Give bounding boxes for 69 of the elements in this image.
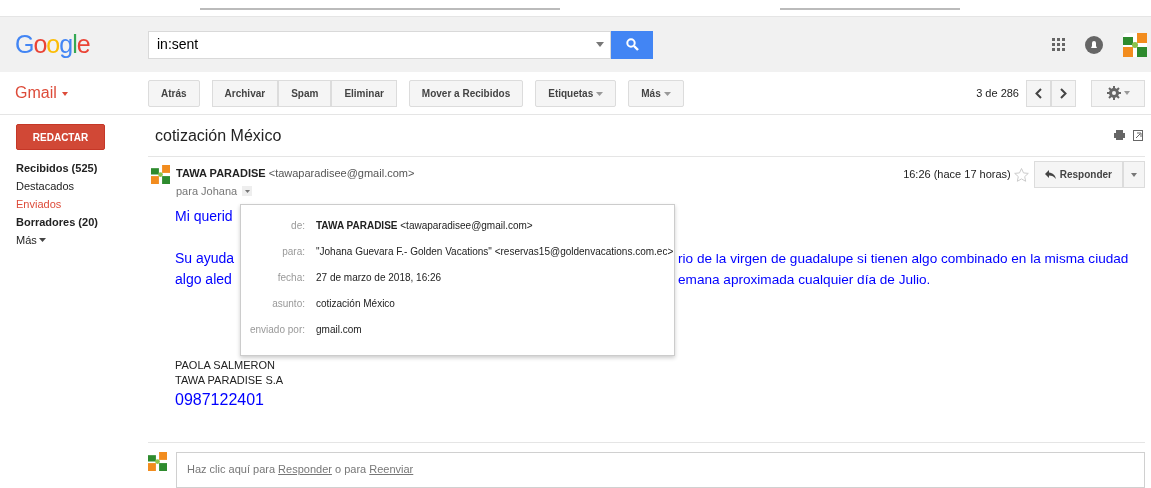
folder-link[interactable]: Recibidos (525) bbox=[16, 159, 148, 177]
detail-label: de: bbox=[290, 219, 305, 233]
dropdown-button[interactable]: Más bbox=[628, 79, 684, 107]
chevron-right-icon bbox=[1060, 88, 1067, 100]
toolbar-button[interactable]: Mover a Recibidos bbox=[408, 79, 524, 107]
reply-box[interactable]: Haz clic aquí para Responder o para Reenviar bbox=[176, 451, 1145, 488]
signature-line: TAWA PARADISE S.A bbox=[175, 372, 285, 388]
next-button[interactable] bbox=[1051, 79, 1076, 107]
detail-value: "Johana Guevara F.- Golden Vacations" <reservas15@goldenvacations.com.ec> bbox=[316, 245, 674, 259]
detail-label: asunto: bbox=[271, 297, 305, 311]
body-text: Su ayuda bbox=[175, 248, 236, 268]
detail-value: 27 de marzo de 2018, 16:26 bbox=[316, 271, 442, 285]
toolbar-button[interactable]: Atrás bbox=[148, 79, 200, 107]
search-icon bbox=[625, 38, 639, 51]
new-window-icon[interactable] bbox=[1133, 130, 1143, 141]
page-counter: 3 de 286 bbox=[976, 85, 1019, 101]
folder-link[interactable]: Enviados bbox=[16, 195, 148, 213]
previous-button[interactable] bbox=[1026, 79, 1051, 107]
recipient-summary: para Johana bbox=[176, 184, 238, 199]
body-text: emana aproximada cualquier día de Julio. bbox=[678, 270, 931, 289]
reply-prompt-text: o para bbox=[334, 462, 368, 478]
phone-number: 0987122401 bbox=[175, 389, 265, 410]
detail-label: fecha: bbox=[276, 271, 305, 285]
forward-link[interactable]: Reenviar bbox=[369, 461, 414, 478]
email-subject: cotización México bbox=[155, 125, 282, 146]
star-icon[interactable] bbox=[1013, 167, 1029, 182]
detail-label: para: bbox=[281, 245, 305, 259]
reply-link[interactable]: Responder bbox=[278, 461, 332, 478]
sender-email: <tawaparadisee@gmail.com> bbox=[268, 167, 415, 179]
reply-prompt: Haz clic aquí para bbox=[187, 462, 277, 478]
chevron-left-icon bbox=[1035, 88, 1042, 100]
notification-icon[interactable] bbox=[1085, 35, 1103, 54]
caret-icon bbox=[61, 91, 68, 96]
settings-button[interactable] bbox=[1091, 79, 1145, 107]
account-avatar-icon[interactable] bbox=[1123, 32, 1147, 57]
details-toggle[interactable] bbox=[242, 186, 253, 197]
reply-button[interactable]: Responder bbox=[1033, 161, 1123, 188]
caret-icon bbox=[1131, 173, 1137, 178]
folder-link[interactable]: Destacados bbox=[16, 177, 148, 195]
detail-value: cotización México bbox=[316, 297, 395, 311]
apps-grid-icon[interactable] bbox=[1052, 38, 1065, 51]
folder-link[interactable]: Borradores (20) bbox=[16, 213, 148, 231]
sender-name: TAWA PARADISE bbox=[176, 167, 266, 179]
detail-value: TAWA PARADISE <tawaparadisee@gmail.com> bbox=[316, 219, 533, 233]
caret-icon bbox=[1123, 91, 1130, 95]
sender-avatar-icon bbox=[151, 165, 170, 184]
caret-icon bbox=[38, 238, 46, 242]
caret-icon bbox=[596, 91, 604, 96]
more-labels-link[interactable]: Más bbox=[16, 231, 148, 249]
body-text: rio de la virgen de guadalupe si tienen algo combinado en la misma ciudad bbox=[678, 249, 1129, 268]
detail-label: enviado por: bbox=[248, 323, 305, 337]
compose-button[interactable]: REDACTAR bbox=[16, 124, 105, 150]
caret-icon bbox=[663, 91, 671, 96]
settings-icon bbox=[1106, 86, 1121, 100]
print-icon[interactable] bbox=[1114, 130, 1125, 140]
search-button[interactable] bbox=[611, 30, 653, 59]
body-text: algo aled bbox=[175, 269, 233, 289]
reply-icon bbox=[1044, 170, 1056, 179]
dropdown-button[interactable]: Etiquetas bbox=[535, 79, 617, 107]
user-avatar-icon bbox=[148, 451, 167, 471]
body-text: Mi querid bbox=[175, 206, 233, 226]
gmail-menu[interactable]: Gmail bbox=[15, 81, 148, 105]
caret-icon bbox=[244, 189, 250, 193]
toolbar-button[interactable]: Spam bbox=[278, 79, 332, 107]
toolbar-button[interactable]: Eliminar bbox=[331, 79, 397, 107]
detail-value: gmail.com bbox=[316, 323, 362, 337]
toolbar-button[interactable]: Archivar bbox=[211, 79, 279, 107]
message-time: 16:26 (hace 17 horas) bbox=[903, 167, 1011, 183]
signature-line: PAOLA SALMERON bbox=[175, 357, 277, 373]
